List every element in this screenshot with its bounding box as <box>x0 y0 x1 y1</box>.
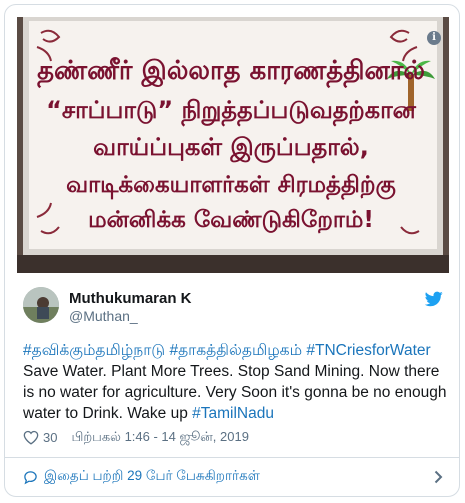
embedded-tweet-card: தண்ணீர் இல்லாத காரணத்தினால் “சாப்பாடு” ந… <box>4 4 460 497</box>
avatar[interactable] <box>23 287 59 323</box>
chevron-right-icon[interactable] <box>434 470 443 484</box>
like-count[interactable]: 30 <box>43 430 57 445</box>
sign-line-2: “சாப்பாடு” நிறுத்தப்படுவதற்கான <box>46 96 417 127</box>
hashtag-link[interactable]: #TNCriesforWater <box>306 342 430 359</box>
hashtag-link[interactable]: #தாகத்தில்தமிழகம் <box>169 342 302 359</box>
hashtag-link[interactable]: #TamilNadu <box>192 405 274 422</box>
photo-bottom-shadow <box>17 255 449 273</box>
sign-line-5: மன்னிக்க வேண்டுகிறோம்! <box>88 207 374 234</box>
conversation-label[interactable]: இதைப் பற்றி 29 பேர் பேசுகிறார்கள் <box>44 468 260 486</box>
sign-line-1: தண்ணீர் இல்லாத காரணத்தினால் <box>37 56 425 88</box>
sign-photo: தண்ணீர் இல்லாத காரணத்தினால் “சாப்பாடு” ந… <box>17 17 449 273</box>
author-handle[interactable]: @Muthan_ <box>69 308 138 324</box>
sign-line-4: வாடிக்கையாளர்கள் சிரமத்திற்கு <box>66 172 396 200</box>
tweet-photo[interactable]: தண்ணீர் இல்லாத காரணத்தினால் “சாப்பாடு” ந… <box>17 17 449 273</box>
reply-bubble-icon <box>24 470 37 484</box>
twitter-bird-icon[interactable] <box>425 291 443 307</box>
tweet-meta: 30 பிற்பகல் 1:46 - 14 ஜூன், 2019 <box>23 429 443 446</box>
tweet-text: #தவிக்கும்தமிழ்நாடு #தாகத்தில்தமிழகம் #T… <box>23 340 453 424</box>
tweet-author[interactable]: Muthukumaran K @Muthan_ <box>23 287 443 327</box>
info-icon[interactable]: i <box>427 31 441 45</box>
conversation-link[interactable]: இதைப் பற்றி 29 பேர் பேசுகிறார்கள் <box>23 467 443 487</box>
avatar-photo <box>23 287 59 323</box>
author-name[interactable]: Muthukumaran K <box>69 290 192 307</box>
hashtag-link[interactable]: #தவிக்கும்தமிழ்நாடு <box>23 342 165 359</box>
sign-line-3: வாய்ப்புகள் இருப்பதால், <box>93 133 369 164</box>
heart-icon[interactable] <box>23 430 39 445</box>
divider <box>5 457 459 458</box>
tweet-timestamp[interactable]: பிற்பகல் 1:46 - 14 ஜூன், 2019 <box>71 429 248 446</box>
